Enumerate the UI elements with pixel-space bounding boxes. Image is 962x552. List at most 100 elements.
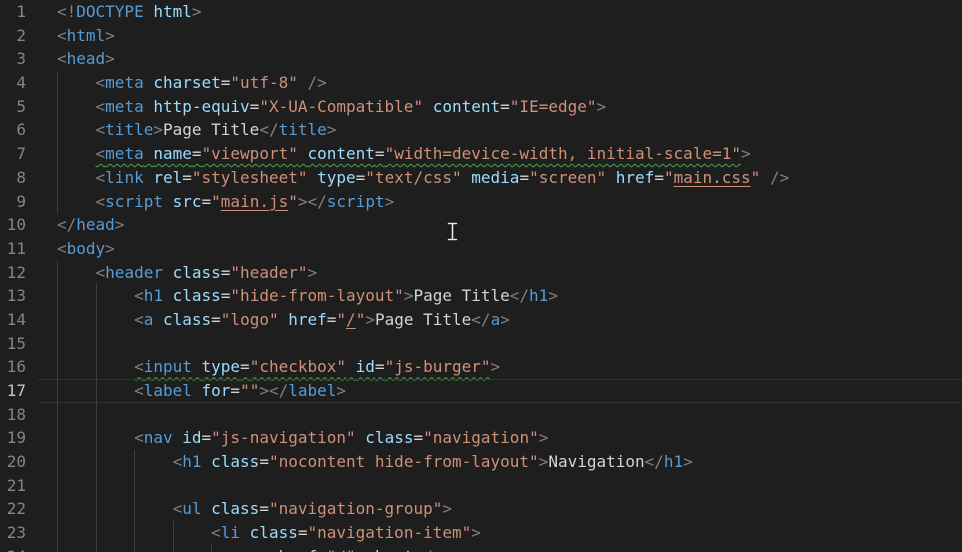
code-line[interactable]: 4 <meta charset="utf-8" /> xyxy=(0,71,962,95)
syntax-token: > xyxy=(105,49,115,69)
line-number[interactable]: 2 xyxy=(0,24,26,48)
code-content: <a class="logo" href="/">Page Title</a> xyxy=(57,307,962,332)
line-number[interactable]: 24 xyxy=(0,545,26,552)
code-line[interactable]: 21 xyxy=(0,473,962,498)
code-line[interactable]: 22 <ul class="navigation-group"> xyxy=(0,497,962,522)
line-number[interactable]: 17 xyxy=(0,379,26,403)
syntax-token: </ xyxy=(57,215,77,235)
code-line[interactable]: 8 <link rel="stylesheet" type="text/css"… xyxy=(0,165,962,190)
code-lines: 1 <!DOCTYPE html> 2 <html> 3 <head> 4 <meta ch… xyxy=(0,0,962,552)
syntax-token: "js-navigation" xyxy=(211,428,356,448)
syntax-token: about xyxy=(365,547,413,552)
code-line[interactable]: 10 </head> xyxy=(0,213,962,237)
code-line[interactable]: 12 <header class="header"> xyxy=(0,260,962,285)
syntax-token: > xyxy=(105,25,115,45)
syntax-token: "navigation-group" xyxy=(268,499,443,519)
syntax-token: > xyxy=(326,120,337,140)
line-number[interactable]: 14 xyxy=(0,308,26,332)
syntax-token: = xyxy=(211,309,221,329)
syntax-token: > xyxy=(740,144,751,164)
syntax-token: body xyxy=(66,238,106,258)
code-content: <head> xyxy=(57,47,962,71)
code-content: <a href="/">about</a> xyxy=(57,544,962,552)
lint-squiggle: <meta name="viewport" content="width=dev… xyxy=(96,144,741,163)
line-number[interactable]: 13 xyxy=(0,284,26,308)
code-line[interactable]: 9 <script src="main.js"></script> xyxy=(0,189,962,214)
syntax-token: "logo" xyxy=(220,309,279,329)
syntax-token: h1 xyxy=(663,452,684,472)
syntax-token: li xyxy=(220,523,241,543)
line-number[interactable]: 7 xyxy=(0,142,26,166)
syntax-token: media xyxy=(471,167,520,187)
syntax-token: > xyxy=(548,286,558,306)
code-line[interactable]: 23 <li class="navigation-item"> xyxy=(0,521,962,545)
indent-guide xyxy=(57,331,58,356)
line-number[interactable]: 19 xyxy=(0,426,26,450)
syntax-token: "screen" xyxy=(529,167,607,187)
syntax-token: header xyxy=(105,262,163,282)
line-number[interactable]: 18 xyxy=(0,403,26,427)
code-line[interactable]: 19 <nav id="js-navigation" class="naviga… xyxy=(0,426,962,451)
line-number[interactable]: 15 xyxy=(0,332,26,356)
line-number[interactable]: 4 xyxy=(0,71,26,95)
code-line[interactable]: 24 <a href="/">about</a> xyxy=(0,544,962,552)
code-line[interactable]: 20 <h1 class="nocontent hide-from-layout… xyxy=(0,450,962,474)
code-line[interactable]: 15 xyxy=(0,331,962,356)
syntax-token: </ xyxy=(644,452,664,472)
line-number[interactable]: 21 xyxy=(0,474,26,498)
syntax-token: > xyxy=(191,2,202,21)
syntax-token: class xyxy=(211,452,260,472)
code-line[interactable]: 17 <label for=""></label> xyxy=(0,379,962,403)
syntax-token: < xyxy=(57,25,67,45)
syntax-token: meta xyxy=(105,144,144,164)
line-number[interactable]: 1 xyxy=(0,0,26,24)
syntax-token: = xyxy=(413,428,424,448)
code-line[interactable]: 7 <meta name="viewport" content="width=d… xyxy=(0,142,962,166)
syntax-token: > xyxy=(490,357,501,377)
line-number[interactable]: 10 xyxy=(0,213,26,237)
code-line[interactable]: 2 <html> xyxy=(0,24,962,48)
file-link[interactable]: main.css xyxy=(674,168,751,187)
code-line[interactable]: 14 <a class="logo" href="/">Page Title</… xyxy=(0,307,962,332)
syntax-token: input xyxy=(143,357,192,377)
syntax-token: " xyxy=(663,167,674,187)
syntax-token: < xyxy=(134,286,144,306)
line-number[interactable]: 8 xyxy=(0,166,26,190)
syntax-token: </ xyxy=(259,120,279,140)
line-number[interactable]: 16 xyxy=(0,355,26,379)
code-line[interactable]: 6 <title>Page Title</title> xyxy=(0,118,962,143)
file-link[interactable]: / xyxy=(336,547,346,552)
code-line[interactable]: 5 <meta http-equiv="X-UA-Compatible" con… xyxy=(0,94,962,119)
line-number[interactable]: 6 xyxy=(0,118,26,142)
code-line[interactable]: 18 xyxy=(0,402,962,427)
syntax-token xyxy=(356,428,366,447)
syntax-token: > xyxy=(442,499,452,519)
code-content: <title>Page Title</title> xyxy=(57,118,962,143)
line-number[interactable]: 11 xyxy=(0,237,26,261)
code-line[interactable]: 3 <head> xyxy=(0,47,962,71)
code-line[interactable]: 13 <h1 class="hide-from-layout">Page Tit… xyxy=(0,284,962,308)
line-number[interactable]: 22 xyxy=(0,497,26,521)
syntax-token: > xyxy=(538,452,549,472)
line-number[interactable]: 9 xyxy=(0,190,26,214)
syntax-token: content xyxy=(307,144,375,164)
line-number[interactable]: 3 xyxy=(0,47,26,71)
file-link[interactable]: main.js xyxy=(221,192,288,211)
syntax-token: script xyxy=(105,191,163,211)
syntax-token: = xyxy=(220,73,231,93)
syntax-token: <! xyxy=(57,2,77,21)
syntax-token: = xyxy=(220,262,231,282)
syntax-token: = xyxy=(249,96,260,116)
code-editor[interactable]: 1 <!DOCTYPE html> 2 <html> 3 <head> 4 <meta ch… xyxy=(0,0,962,552)
line-number[interactable]: 20 xyxy=(0,450,26,474)
line-number[interactable]: 5 xyxy=(0,95,26,119)
syntax-token: src xyxy=(172,191,202,211)
line-number[interactable]: 23 xyxy=(0,521,26,545)
code-line[interactable]: 11 <body> xyxy=(0,237,962,261)
file-link[interactable]: / xyxy=(346,310,356,329)
line-number[interactable]: 12 xyxy=(0,261,26,285)
syntax-token: "hide-from-layout" xyxy=(230,286,404,306)
code-line[interactable]: 16 <input type="checkbox" id="js-burger"… xyxy=(0,355,962,379)
syntax-token: > xyxy=(105,238,115,258)
code-line[interactable]: 1 <!DOCTYPE html> xyxy=(0,0,962,24)
